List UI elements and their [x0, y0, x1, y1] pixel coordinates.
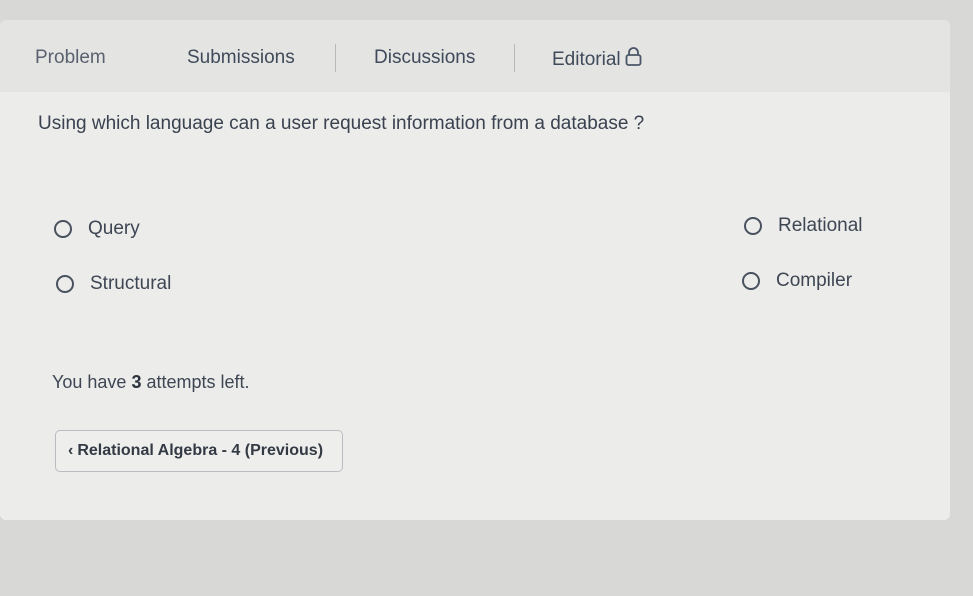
tab-submissions[interactable]: Submissions	[187, 47, 295, 69]
radio-button[interactable]	[54, 220, 72, 238]
option-label: Compiler	[776, 270, 853, 291]
tab-bar: Problem Submissions Discussions Editoria…	[0, 20, 950, 92]
attempts-count: 3	[131, 372, 142, 392]
previous-problem-button[interactable]: ‹ Relational Algebra - 4 (Previous)	[55, 430, 343, 472]
option-label: Relational	[778, 215, 863, 236]
tab-problem[interactable]: Problem	[35, 47, 106, 69]
option-label: Query	[88, 218, 140, 239]
attempts-suffix: attempts left.	[146, 372, 250, 392]
option-label: Structural	[90, 273, 172, 294]
option-query[interactable]: Query	[54, 218, 140, 240]
tab-discussions[interactable]: Discussions	[374, 47, 475, 69]
option-structural[interactable]: Structural	[56, 273, 171, 295]
chevron-left-icon: ‹	[68, 442, 74, 459]
radio-button[interactable]	[56, 275, 74, 293]
tab-divider	[514, 44, 515, 72]
tab-divider	[335, 44, 336, 72]
tab-editorial-label: Editorial	[552, 49, 621, 70]
question-text: Using which language can a user request …	[38, 113, 645, 134]
tab-editorial[interactable]: Editorial	[552, 47, 642, 72]
lock-icon	[625, 47, 642, 72]
attempts-left-text: You have 3 attempts left.	[52, 372, 250, 393]
option-compiler[interactable]: Compiler	[742, 270, 852, 292]
problem-card: Problem Submissions Discussions Editoria…	[0, 20, 950, 520]
radio-button[interactable]	[744, 217, 762, 235]
option-relational[interactable]: Relational	[744, 215, 863, 237]
attempts-prefix: You have	[52, 372, 127, 392]
previous-problem-label: Relational Algebra - 4 (Previous)	[77, 442, 324, 459]
radio-button[interactable]	[742, 272, 760, 290]
